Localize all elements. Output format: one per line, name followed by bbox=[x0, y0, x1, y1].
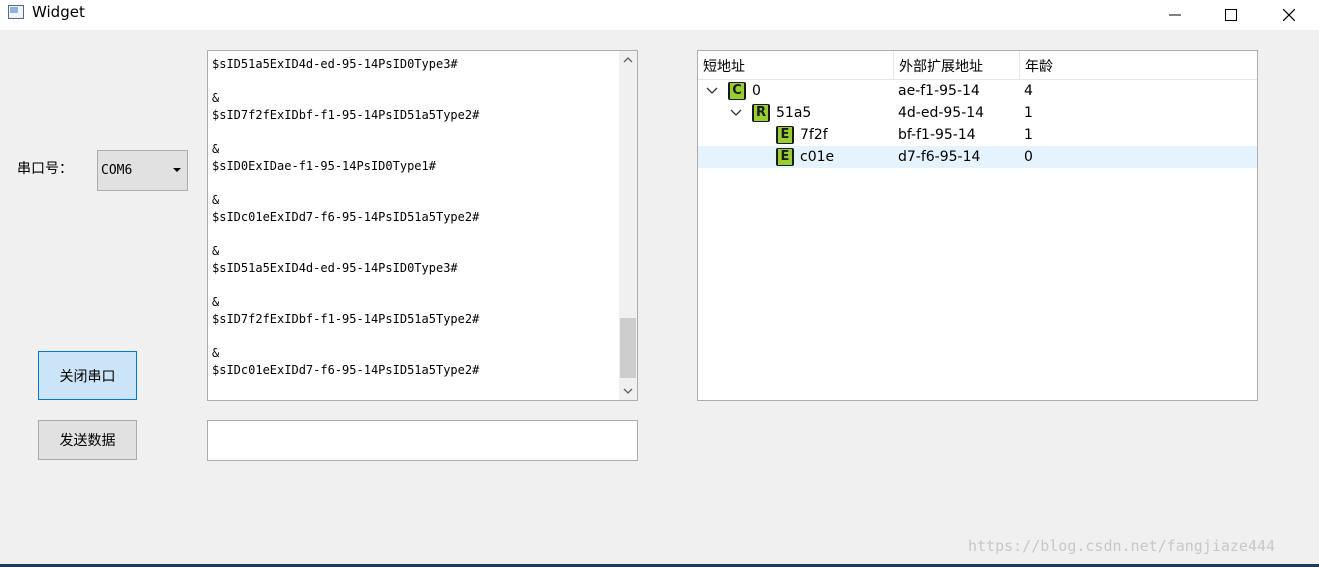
window-title: Widget bbox=[32, 3, 85, 21]
node-type-letter: E bbox=[778, 149, 792, 165]
log-line: $sID0ExIDae-f1-95-14PsID0Type1# bbox=[212, 159, 436, 173]
cell-age: 1 bbox=[1024, 127, 1033, 143]
cell-ext-address: ae-f1-95-14 bbox=[898, 83, 980, 99]
scroll-up-button[interactable] bbox=[619, 51, 637, 69]
scroll-down-button[interactable] bbox=[619, 382, 637, 400]
send-input[interactable] bbox=[207, 420, 638, 461]
cell-age: 1 bbox=[1024, 105, 1033, 121]
log-line: & bbox=[212, 295, 220, 309]
tree-header: 短地址 外部扩展地址 年龄 bbox=[698, 51, 1257, 80]
title-bar: Widget bbox=[0, 0, 1319, 30]
cell-short-address: c01e bbox=[800, 149, 835, 165]
node-type-icon: E bbox=[776, 126, 794, 144]
node-type-letter: C bbox=[730, 83, 744, 99]
header-short-address[interactable]: 短地址 bbox=[698, 51, 894, 79]
node-type-icon: C bbox=[728, 82, 746, 100]
cell-ext-address: bf-f1-95-14 bbox=[898, 127, 976, 143]
close-window-button[interactable] bbox=[1260, 0, 1318, 30]
window-icon bbox=[8, 5, 24, 19]
cell-short-address: 0 bbox=[752, 83, 761, 99]
log-line: $sIDc01eExIDd7-f6-95-14PsID51a5Type2# bbox=[212, 210, 480, 224]
receive-text-area[interactable]: & $sID51a5ExID4d-ed-95-14PsID0Type3# & $sID… bbox=[207, 50, 638, 401]
tree-row[interactable]: Ec01e d7-f6-95-14 0 bbox=[698, 146, 1257, 168]
log-line: & bbox=[212, 142, 220, 156]
cell-short-address: 51a5 bbox=[776, 105, 812, 121]
log-line: $sID51a5ExID4d-ed-95-14PsID0Type3# bbox=[212, 57, 458, 71]
port-combobox-value: COM6 bbox=[101, 163, 133, 178]
vertical-scrollbar[interactable] bbox=[619, 51, 637, 400]
watermark: https://blog.csdn.net/fangjiaze444 bbox=[968, 537, 1276, 555]
log-line: $sID7f2fExIDbf-f1-95-14PsID51a5Type2# bbox=[212, 312, 480, 326]
close-icon bbox=[1283, 9, 1295, 21]
log-line: $sID7f2fExIDbf-f1-95-14PsID51a5Type2# bbox=[212, 108, 480, 122]
log-line: & bbox=[212, 346, 220, 360]
chevron-down-icon[interactable] bbox=[706, 85, 718, 97]
chevron-up-icon bbox=[623, 57, 633, 63]
node-type-icon: R bbox=[752, 104, 770, 122]
port-label: 串口号： bbox=[17, 161, 73, 177]
close-port-button[interactable]: 关闭串口 bbox=[38, 351, 137, 400]
maximize-button[interactable] bbox=[1202, 0, 1260, 30]
tree-row[interactable]: R 51a5 4d-ed-95-14 1 bbox=[698, 102, 1257, 124]
chevron-down-icon bbox=[623, 388, 633, 394]
tree-row[interactable]: E 7f2f bf-f1-95-14 1 bbox=[698, 124, 1257, 146]
header-ext-address[interactable]: 外部扩展地址 bbox=[894, 51, 1020, 79]
cell-ext-address: d7-f6-95-14 bbox=[898, 149, 981, 165]
port-combobox[interactable]: COM6 bbox=[97, 150, 188, 191]
send-data-button[interactable]: 发送数据 bbox=[38, 420, 137, 460]
header-age[interactable]: 年龄 bbox=[1020, 51, 1257, 79]
cell-ext-address: 4d-ed-95-14 bbox=[898, 105, 985, 121]
maximize-icon bbox=[1225, 9, 1237, 21]
cell-age: 0 bbox=[1024, 149, 1033, 165]
node-type-icon: E bbox=[776, 148, 794, 166]
tree-row[interactable]: C 0 ae-f1-95-14 4 bbox=[698, 80, 1257, 102]
receive-text-content: & $sID51a5ExID4d-ed-95-14PsID0Type3# & $sID… bbox=[212, 51, 617, 379]
log-line: & bbox=[212, 91, 220, 105]
cell-age: 4 bbox=[1024, 83, 1033, 99]
log-line: & bbox=[212, 193, 220, 207]
minimize-button[interactable] bbox=[1146, 0, 1204, 30]
dropdown-arrow-icon bbox=[173, 168, 181, 172]
log-line: $sID51a5ExID4d-ed-95-14PsID0Type3# bbox=[212, 261, 458, 275]
minimize-icon bbox=[1169, 14, 1181, 16]
scrollbar-thumb[interactable] bbox=[620, 318, 636, 378]
cell-short-address: 7f2f bbox=[800, 127, 828, 143]
log-line: & bbox=[212, 244, 220, 258]
device-tree[interactable]: 短地址 外部扩展地址 年龄 C 0 ae-f1-95-14 4 R 51a5 4d-ed-9… bbox=[697, 50, 1258, 401]
node-type-letter: E bbox=[778, 127, 792, 143]
log-line: $sIDc01eExIDd7-f6-95-14PsID51a5Type2# bbox=[212, 363, 480, 377]
chevron-down-icon[interactable] bbox=[730, 107, 742, 119]
node-type-letter: R bbox=[754, 105, 768, 121]
